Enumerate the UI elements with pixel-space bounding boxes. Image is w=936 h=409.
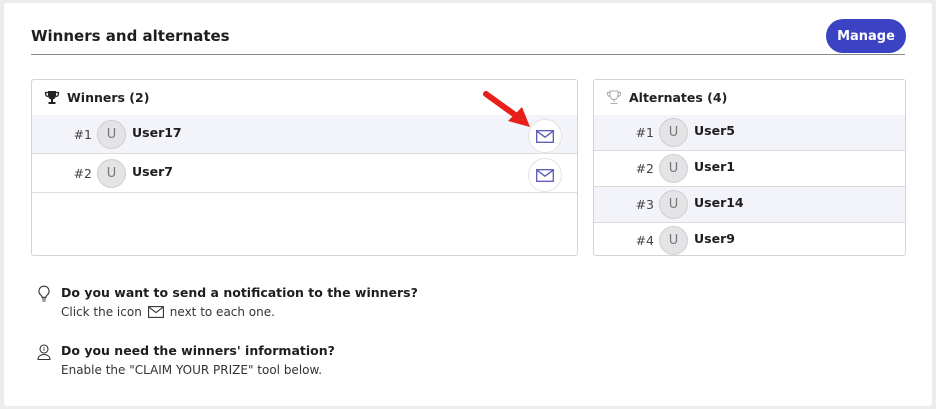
alternate-name: User9 [694, 231, 735, 246]
alternate-rank: #2 [635, 161, 654, 176]
mail-icon [147, 306, 164, 318]
annotation-arrow-icon [483, 91, 530, 127]
info-question: Do you need the winners' information? [61, 343, 335, 358]
alternates-title: Alternates (4) [629, 90, 728, 105]
alternate-row-4: #4 U User9 [594, 223, 905, 255]
alternate-rank: #1 [635, 125, 654, 140]
mail-icon [536, 129, 554, 143]
user-info-icon [37, 344, 51, 361]
lightbulb-icon [38, 285, 50, 302]
avatar: U [97, 158, 126, 188]
winner-row-2: #2 U User7 [32, 154, 577, 193]
notify-question: Do you want to send a notification to th… [61, 285, 418, 300]
avatar: U [659, 154, 688, 183]
alternate-name: User1 [694, 159, 735, 174]
alternate-row-3: #3 U User14 [594, 187, 905, 223]
trophy-icon [44, 91, 60, 104]
avatar: U [659, 226, 688, 255]
alternates-header: Alternates (4) [594, 80, 905, 115]
page-title: Winners and alternates [31, 27, 230, 45]
notify-suffix: next to each one. [169, 305, 275, 319]
alternates-panel: Alternates (4) #1 U User5 #2 U User1 #3 … [593, 79, 906, 256]
info-answer: Enable the "CLAIM YOUR PRIZE" tool below… [61, 363, 323, 377]
manage-button[interactable]: Manage [826, 19, 906, 53]
avatar: U [659, 190, 688, 219]
winners-title: Winners (2) [67, 90, 150, 105]
info-tip: Do you need the winners' information? En… [34, 342, 335, 380]
avatar: U [659, 118, 688, 147]
send-notification-button[interactable] [528, 158, 562, 192]
alternate-name: User5 [694, 123, 735, 138]
header-divider [31, 54, 905, 55]
winner-rank: #1 [73, 126, 92, 142]
alternate-rank: #4 [635, 233, 654, 248]
alternate-row-2: #2 U User1 [594, 151, 905, 187]
alternate-row-1: #1 U User5 [594, 115, 905, 151]
notify-prefix: Click the icon [61, 305, 142, 319]
winner-rank: #2 [73, 165, 92, 181]
avatar: U [97, 119, 126, 149]
alternate-name: User14 [694, 195, 744, 210]
winners-card: Winners and alternates Manage Winners (2… [4, 3, 932, 406]
trophy-outline-icon [606, 90, 622, 105]
mail-icon [536, 168, 554, 182]
notify-tip: Do you want to send a notification to th… [34, 284, 418, 322]
alternate-rank: #3 [635, 197, 654, 212]
winner-name: User7 [132, 163, 173, 179]
notify-answer: Click the icon next to each one. [61, 302, 418, 322]
winner-name: User17 [132, 124, 182, 140]
